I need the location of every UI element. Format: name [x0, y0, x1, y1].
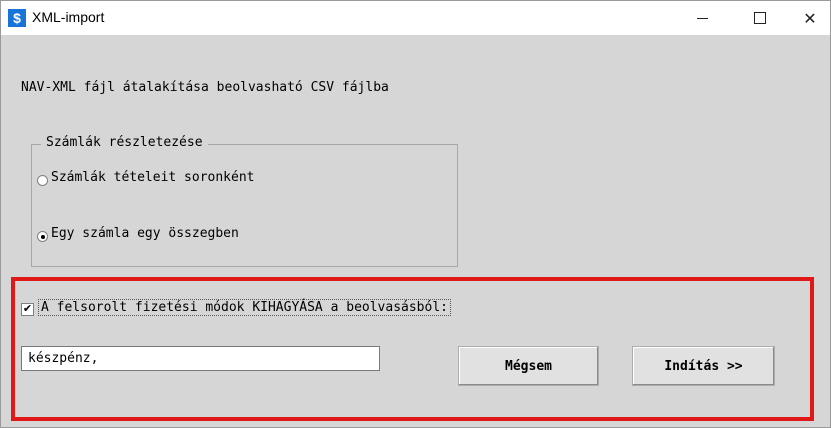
payment-methods-input[interactable]: készpénz,	[21, 346, 380, 371]
skip-payment-methods-label[interactable]: A felsorolt fizetési módok KIHAGYÁSA a b…	[38, 299, 451, 316]
app-icon: $	[8, 9, 26, 27]
xml-import-window: $ XML-import ✕ NAV-XML fájl átalakítása …	[0, 0, 831, 428]
radio-single-total[interactable]	[37, 231, 48, 242]
radio-items-per-row[interactable]	[37, 175, 48, 186]
close-button[interactable]: ✕	[790, 1, 830, 35]
group-label: Számlák részletezése	[41, 135, 208, 150]
close-icon: ✕	[803, 8, 817, 28]
radio-label-items-per-row[interactable]: Számlák tételeit soronként	[51, 170, 255, 185]
minimize-icon	[696, 17, 708, 19]
minimize-button[interactable]	[677, 1, 727, 35]
dialog-heading: NAV-XML fájl átalakítása beolvasható CSV…	[21, 80, 389, 95]
skip-payment-methods-checkbox[interactable]: ✔	[21, 303, 34, 316]
maximize-button[interactable]	[735, 1, 785, 35]
title-bar[interactable]: $ XML-import ✕	[1, 1, 830, 35]
start-button[interactable]: Indítás >>	[632, 346, 775, 386]
window-title: XML-import	[32, 9, 105, 25]
maximize-icon	[754, 12, 766, 24]
cancel-button[interactable]: Mégsem	[458, 346, 599, 386]
radio-label-single-total[interactable]: Egy számla egy összegben	[51, 226, 239, 241]
invoice-detail-group	[31, 144, 458, 267]
